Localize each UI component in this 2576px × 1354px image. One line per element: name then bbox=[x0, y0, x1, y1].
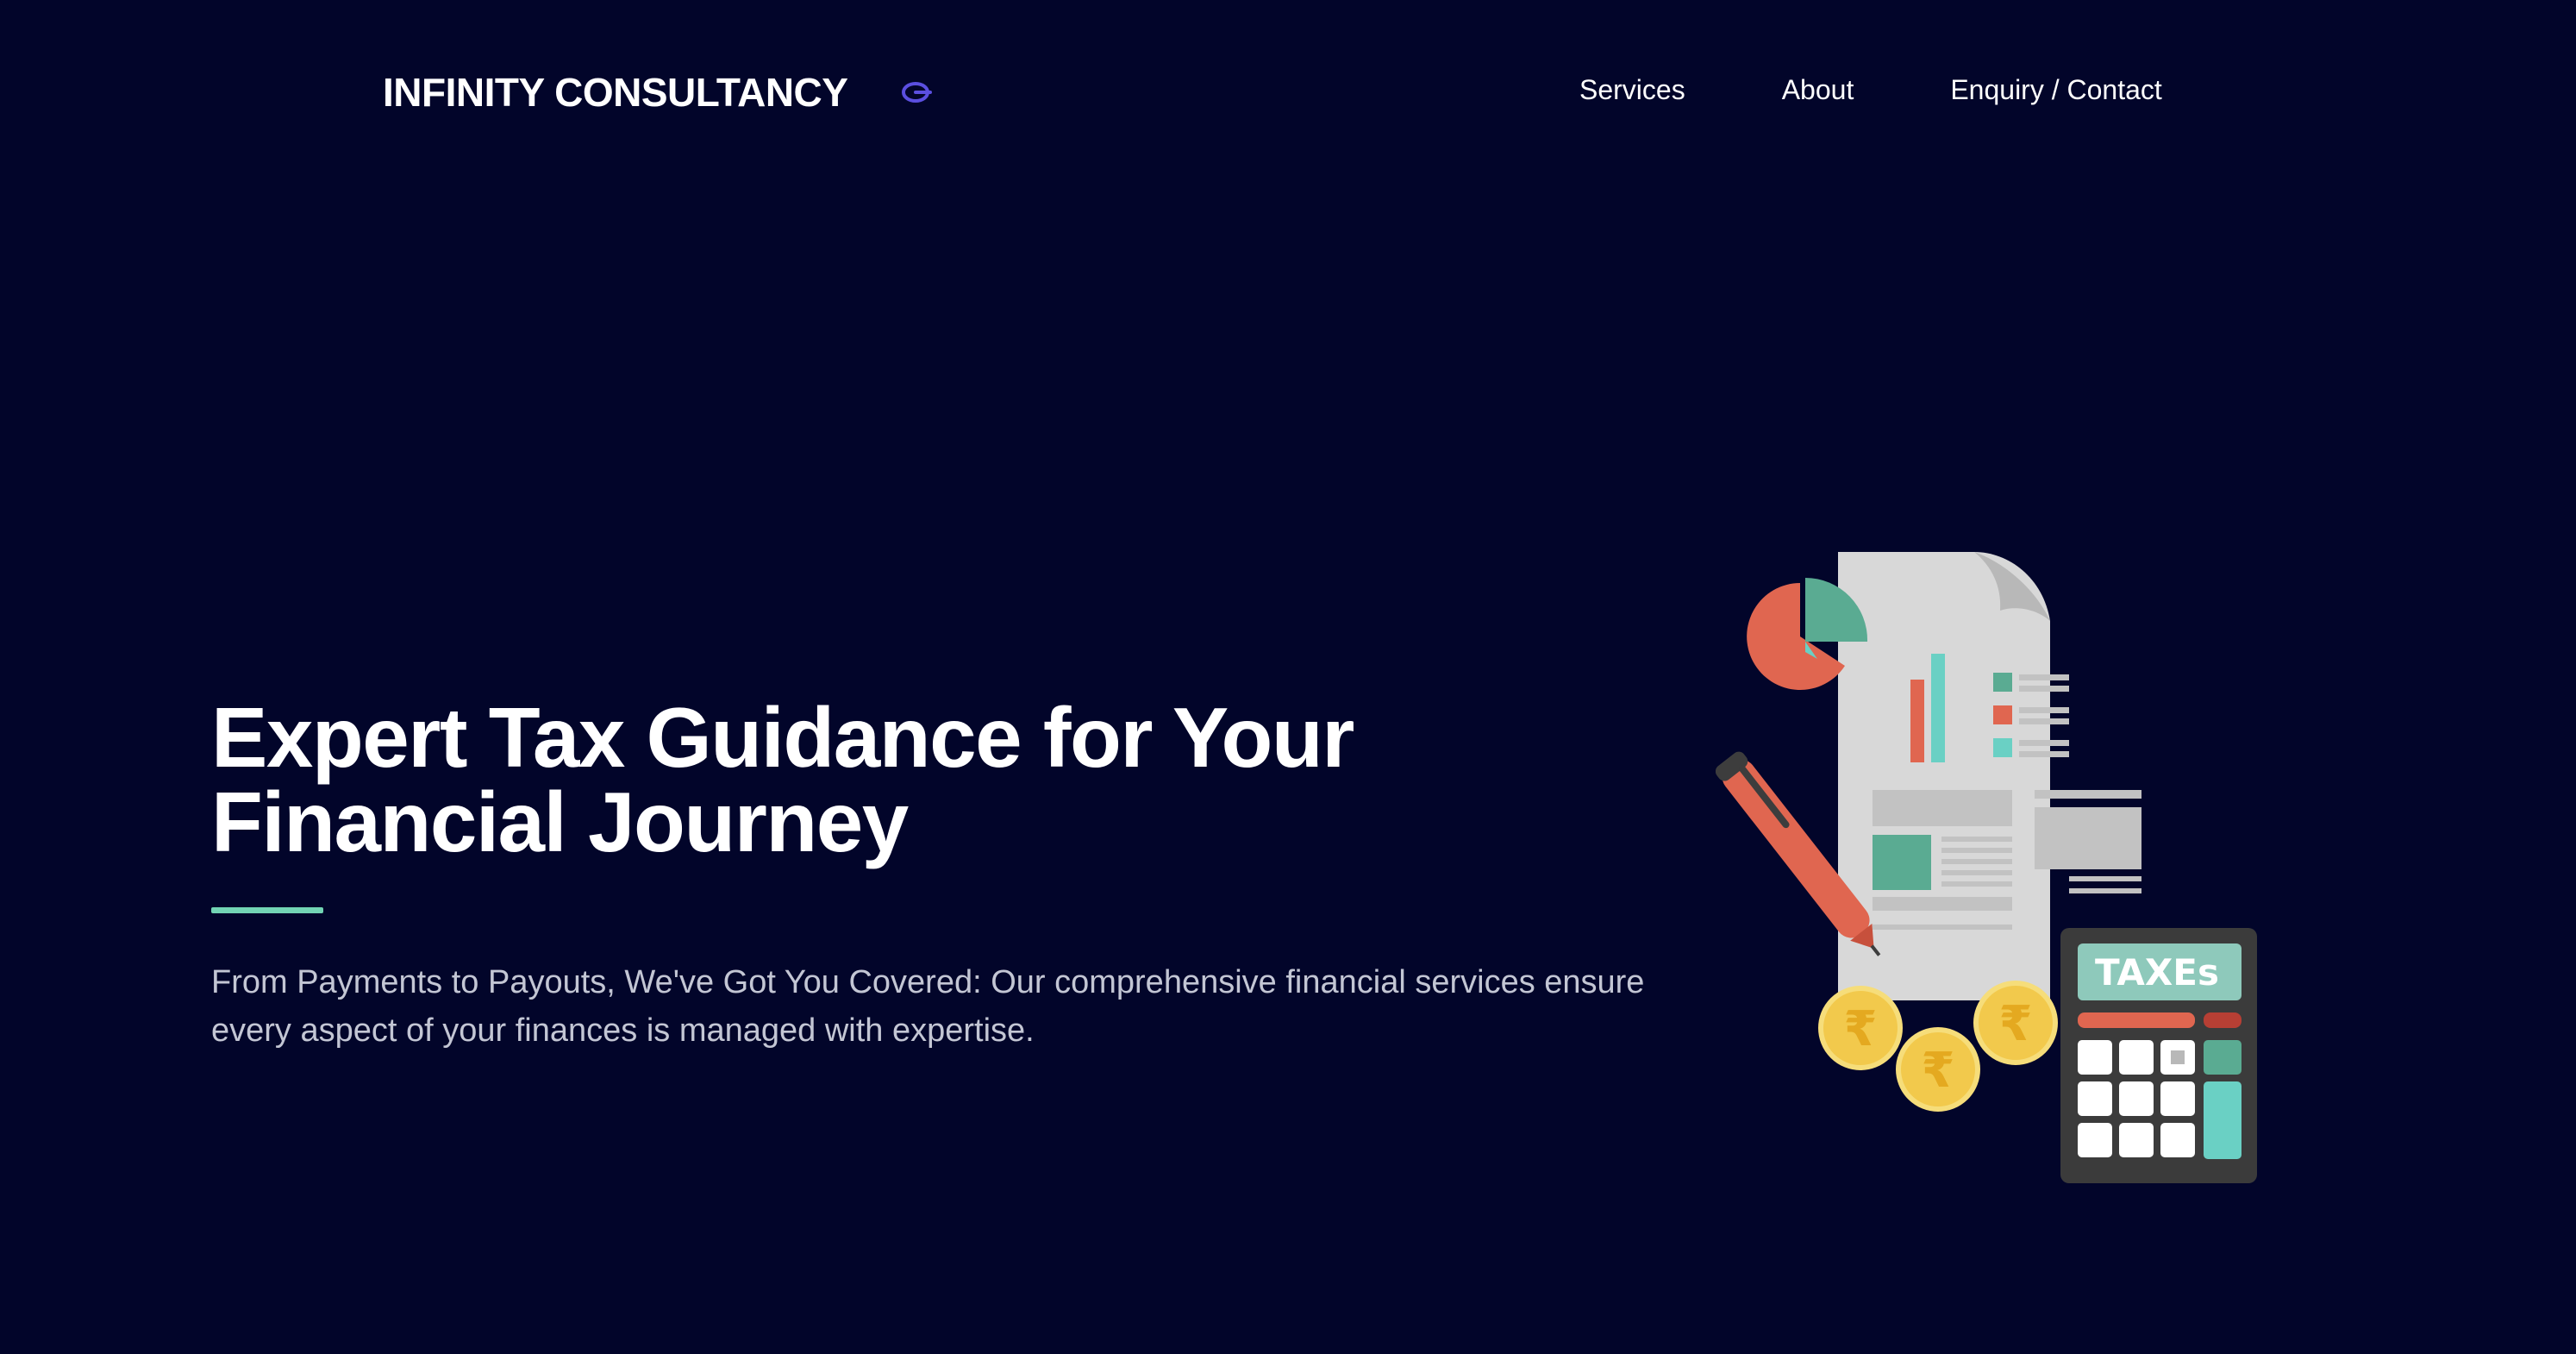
nav-link-enquiry-contact[interactable]: Enquiry / Contact bbox=[1950, 74, 2161, 106]
nav-link-services[interactable]: Services bbox=[1579, 74, 1685, 106]
rupee-coin-icon: ₹ bbox=[1973, 981, 2058, 1065]
site-header: INFINITY CONSULTANCY Services About Enqu… bbox=[0, 0, 2576, 190]
infinity-ring-icon bbox=[901, 79, 934, 105]
rupee-symbol: ₹ bbox=[1922, 1043, 1955, 1099]
hero-divider bbox=[211, 907, 323, 913]
rupee-coin-icon: ₹ bbox=[1818, 986, 1903, 1070]
brand-name[interactable]: INFINITY CONSULTANCY bbox=[383, 69, 848, 116]
brand[interactable]: INFINITY CONSULTANCY bbox=[383, 69, 934, 116]
rupee-coin-icon: ₹ bbox=[1896, 1027, 1980, 1112]
calculator-icon: TAXEs bbox=[2060, 928, 2257, 1183]
rupee-symbol: ₹ bbox=[1999, 996, 2033, 1052]
tax-illustration: ₹ ₹ ₹ TAXEs bbox=[1716, 535, 2285, 1190]
hero-title: Expert Tax Guidance for Your Financial J… bbox=[211, 690, 1354, 869]
hero-section: Expert Tax Guidance for Your Financial J… bbox=[211, 695, 1711, 1055]
calculator-display-text: TAXEs bbox=[2095, 951, 2219, 994]
main-nav: Services About Enquiry / Contact bbox=[1579, 74, 2162, 106]
page: INFINITY CONSULTANCY Services About Enqu… bbox=[0, 0, 2576, 1354]
hero-subtitle: From Payments to Payouts, We've Got You … bbox=[211, 964, 1645, 1049]
nav-link-about[interactable]: About bbox=[1782, 74, 1854, 106]
rupee-symbol: ₹ bbox=[1844, 1001, 1878, 1057]
